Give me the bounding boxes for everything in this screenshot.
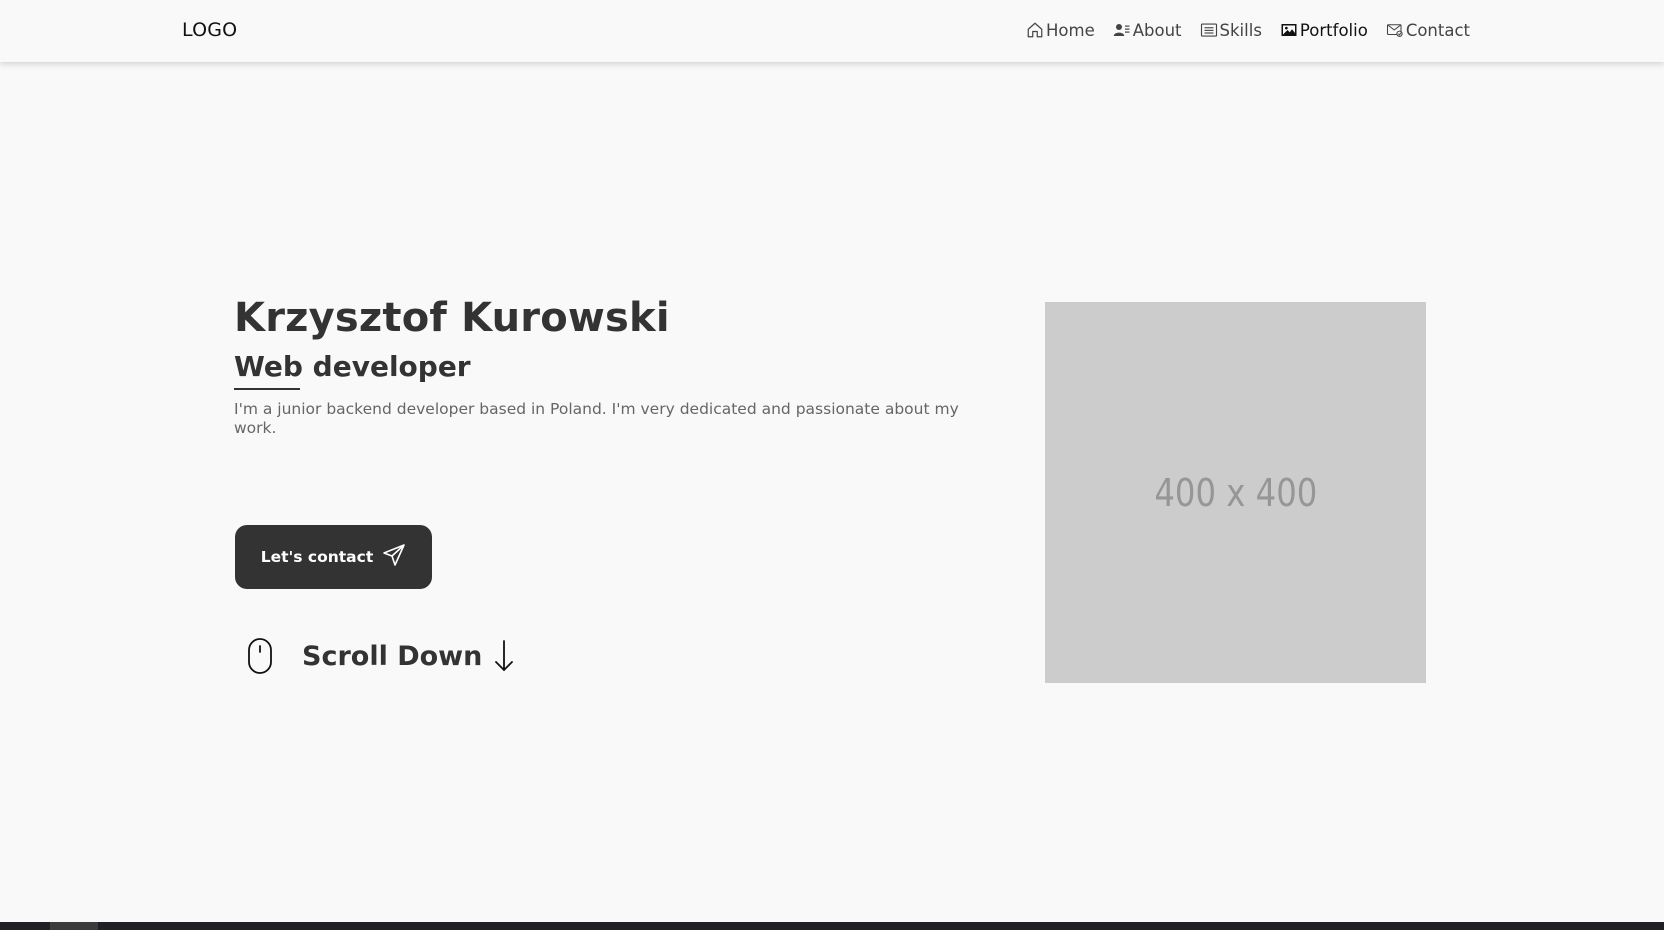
home-icon: [1026, 21, 1046, 39]
hero-description: I'm a junior backend developer based in …: [234, 400, 959, 437]
nav-portfolio-label: Portfolio: [1299, 20, 1368, 40]
contact-button[interactable]: Let's contact: [235, 525, 432, 589]
hero-name: Krzysztof Kurowski: [234, 295, 670, 341]
nav-contact-label: Contact: [1405, 20, 1471, 40]
main-nav: Home About Skills Portfolio Contact: [1026, 17, 1470, 43]
placeholder-text: 400 x 400: [1154, 470, 1317, 515]
hero-role: Web developer: [234, 350, 471, 383]
scroll-down-link[interactable]: Scroll Down: [246, 636, 516, 676]
page: LOGO Home About Skills Portfolio Contact…: [0, 0, 1664, 930]
list-icon: [1200, 21, 1220, 39]
contact-button-label: Let's contact: [260, 548, 374, 566]
taskbar-item[interactable]: [50, 922, 98, 930]
nav-skills[interactable]: Skills: [1200, 21, 1262, 40]
logo[interactable]: LOGO: [182, 19, 237, 41]
role-underline: [234, 388, 300, 390]
send-icon: [373, 543, 406, 571]
nav-about-label: About: [1132, 20, 1182, 40]
nav-contact[interactable]: Contact: [1386, 21, 1470, 40]
image-icon: [1280, 21, 1300, 39]
nav-home-label: Home: [1046, 20, 1095, 40]
top-navbar: LOGO Home About Skills Portfolio Contact: [0, 0, 1664, 62]
nav-home[interactable]: Home: [1026, 21, 1095, 40]
scroll-down-label: Scroll Down: [302, 640, 483, 672]
mouse-icon: [246, 637, 274, 675]
user-card-icon: [1113, 21, 1133, 39]
taskbar: [0, 922, 1664, 930]
profile-image-placeholder: 400 x 400: [1045, 302, 1426, 683]
mail-icon: [1386, 21, 1406, 39]
nav-portfolio[interactable]: Portfolio: [1280, 21, 1368, 40]
nav-about[interactable]: About: [1113, 21, 1182, 40]
arrow-down-icon: [482, 639, 516, 673]
nav-skills-label: Skills: [1219, 20, 1262, 40]
